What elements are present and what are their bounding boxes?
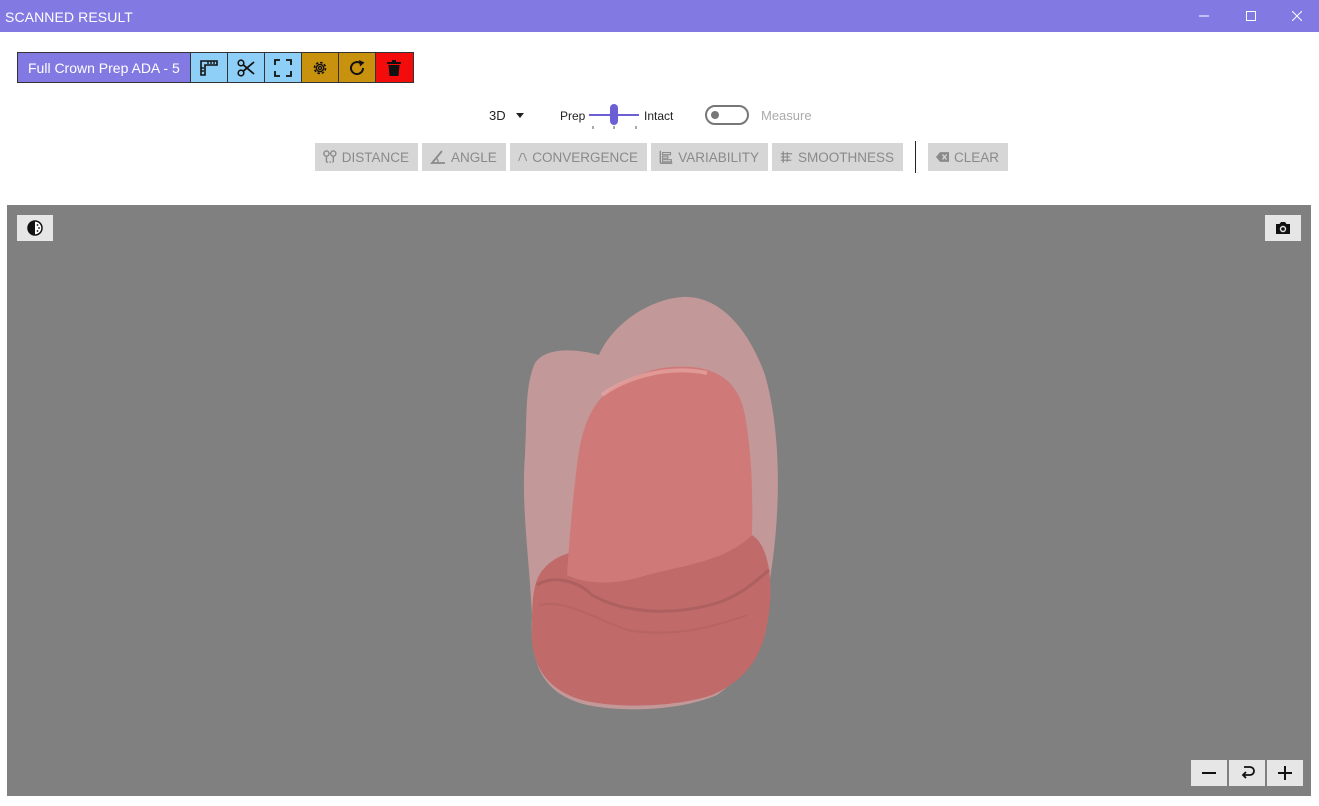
prep-label: Prep	[560, 109, 586, 123]
reset-view-icon	[1241, 766, 1255, 779]
screenshot-button[interactable]	[1265, 215, 1301, 241]
cut-button[interactable]	[227, 53, 265, 82]
fit-view-icon	[273, 58, 292, 77]
maximize-button[interactable]	[1228, 0, 1274, 32]
prep-intact-slider[interactable]	[588, 103, 640, 131]
smoothness-button[interactable]: SMOOTHNESS	[772, 143, 903, 171]
smoothness-label: SMOOTHNESS	[797, 149, 894, 165]
convergence-icon	[518, 153, 528, 162]
minimize-button[interactable]	[1181, 0, 1227, 32]
angle-button[interactable]: ANGLE	[422, 143, 506, 171]
camera-icon	[1276, 222, 1290, 234]
trash-icon	[387, 59, 402, 76]
toolbar-divider	[915, 141, 916, 173]
zoom-out-icon	[1202, 772, 1216, 774]
angle-label: ANGLE	[451, 149, 497, 165]
close-icon	[1292, 11, 1302, 21]
backspace-icon	[936, 152, 949, 162]
zoom-in-button[interactable]	[1267, 760, 1303, 786]
zoom-in-icon	[1278, 766, 1292, 780]
clear-button[interactable]: CLEAR	[928, 143, 1008, 171]
contrast-icon	[27, 220, 43, 236]
scan-toolbar: Full Crown Prep ADA - 5	[17, 52, 414, 83]
settings-button[interactable]	[301, 53, 339, 82]
distance-icon	[323, 150, 337, 163]
close-button[interactable]	[1274, 0, 1319, 32]
settings-gear-icon	[313, 61, 327, 74]
smoothness-icon	[780, 151, 793, 163]
ruler-button[interactable]	[190, 53, 228, 82]
title-bar: SCANNED RESULT	[0, 0, 1319, 32]
intact-label: Intact	[644, 109, 674, 123]
slider-thumb	[610, 104, 618, 125]
view-mode-value: 3D	[489, 108, 506, 123]
zoom-controls	[1191, 760, 1303, 786]
refresh-button[interactable]	[338, 53, 376, 82]
3d-viewport[interactable]	[7, 205, 1311, 796]
measure-label: Measure	[761, 108, 812, 123]
toggle-knob	[711, 111, 719, 119]
minimize-icon	[1199, 15, 1209, 17]
variability-icon	[659, 150, 673, 164]
caret-down-icon	[515, 113, 524, 118]
variability-label: VARIABILITY	[678, 149, 759, 165]
convergence-button[interactable]: CONVERGENCE	[510, 143, 647, 171]
distance-label: DISTANCE	[341, 149, 409, 165]
maximize-icon	[1246, 11, 1256, 21]
view-mode-dropdown[interactable]: 3D	[489, 108, 524, 123]
variability-button[interactable]: VARIABILITY	[651, 143, 768, 171]
measure-toggle[interactable]	[705, 105, 749, 125]
convergence-label: CONVERGENCE	[532, 149, 638, 165]
clear-label: CLEAR	[953, 149, 999, 165]
tooth-model[interactable]	[507, 285, 797, 715]
refresh-icon	[349, 59, 365, 75]
scan-name-button[interactable]: Full Crown Prep ADA - 5	[18, 53, 191, 82]
reset-view-button[interactable]	[1229, 760, 1265, 786]
scissors-icon	[237, 58, 255, 77]
ruler-icon	[199, 59, 218, 76]
delete-button[interactable]	[375, 53, 413, 82]
distance-button[interactable]: DISTANCE	[315, 143, 418, 171]
angle-icon	[430, 150, 445, 164]
contrast-button[interactable]	[17, 215, 53, 241]
fit-view-button[interactable]	[264, 53, 302, 82]
window-title: SCANNED RESULT	[5, 9, 133, 25]
zoom-out-button[interactable]	[1191, 760, 1227, 786]
